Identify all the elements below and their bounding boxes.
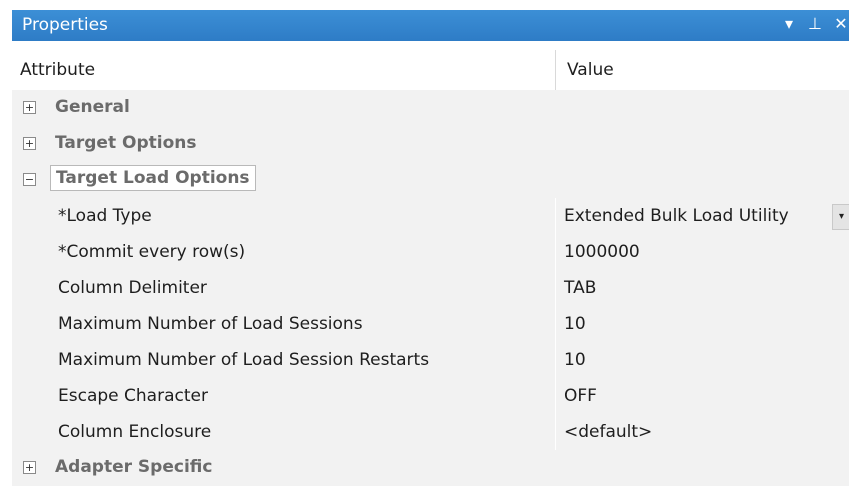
- property-name-cell[interactable]: Escape Character: [48, 378, 555, 414]
- property-value[interactable]: OFF: [564, 386, 597, 406]
- category-label-selected[interactable]: Target Load Options: [50, 165, 256, 191]
- panel-title: Properties: [22, 15, 108, 35]
- property-name: *Commit every row(s): [58, 242, 246, 262]
- chevron-down-icon[interactable]: ▾: [832, 204, 849, 230]
- window-position-dropdown-icon[interactable]: ▾: [781, 14, 797, 33]
- category-target-options[interactable]: + Target Options: [12, 126, 849, 162]
- property-row-column-enclosure[interactable]: Column Enclosure <default>: [12, 414, 849, 450]
- property-value-cell[interactable]: Extended Bulk Load Utility ▾: [556, 198, 849, 234]
- property-row-commit-every-rows[interactable]: *Commit every row(s) 1000000: [12, 234, 849, 270]
- property-row-max-load-session-restarts[interactable]: Maximum Number of Load Session Restarts …: [12, 342, 849, 378]
- pin-icon[interactable]: ⊥: [807, 14, 823, 33]
- expand-icon[interactable]: +: [23, 137, 36, 150]
- property-name-cell[interactable]: Maximum Number of Load Sessions: [48, 306, 555, 342]
- category-label[interactable]: Adapter Specific: [55, 457, 212, 477]
- property-value[interactable]: 10: [564, 314, 586, 334]
- grid-header: Attribute Value: [12, 50, 849, 91]
- property-value-cell[interactable]: 10: [556, 306, 849, 342]
- value-column-header[interactable]: Value: [567, 60, 614, 80]
- left-margin: [0, 0, 12, 498]
- properties-panel: Properties ▾ ⊥ ✕ Attribute Value + Gener…: [12, 0, 849, 498]
- load-type-value[interactable]: Extended Bulk Load Utility: [564, 206, 789, 226]
- property-value[interactable]: <default>: [564, 422, 652, 442]
- column-divider[interactable]: [555, 50, 556, 90]
- property-name-cell[interactable]: Column Delimiter: [48, 270, 555, 306]
- category-label[interactable]: Target Options: [55, 133, 196, 153]
- category-adapter-specific[interactable]: + Adapter Specific: [12, 450, 849, 486]
- property-value-cell[interactable]: TAB: [556, 270, 849, 306]
- property-row-load-type[interactable]: *Load Type Extended Bulk Load Utility ▾: [12, 198, 849, 234]
- close-icon[interactable]: ✕: [833, 14, 849, 33]
- property-value-cell[interactable]: 10: [556, 342, 849, 378]
- property-value-cell[interactable]: OFF: [556, 378, 849, 414]
- property-value[interactable]: TAB: [564, 278, 596, 298]
- property-value[interactable]: 10: [564, 350, 586, 370]
- category-target-load-options[interactable]: − Target Load Options: [12, 162, 849, 198]
- property-name-cell[interactable]: *Load Type: [48, 198, 555, 234]
- property-name: *Load Type: [58, 206, 152, 226]
- property-grid: + General + Target Options − Target Load…: [12, 90, 849, 486]
- property-name: Column Delimiter: [58, 278, 207, 298]
- category-label[interactable]: General: [55, 97, 130, 117]
- property-row-max-load-sessions[interactable]: Maximum Number of Load Sessions 10: [12, 306, 849, 342]
- property-name-cell[interactable]: Column Enclosure: [48, 414, 555, 450]
- property-name-cell[interactable]: *Commit every row(s): [48, 234, 555, 270]
- expand-icon[interactable]: +: [23, 101, 36, 114]
- property-name: Column Enclosure: [58, 422, 212, 442]
- property-value[interactable]: 1000000: [564, 242, 640, 262]
- attribute-column-header[interactable]: Attribute: [20, 60, 95, 80]
- titlebar-buttons: ▾ ⊥ ✕: [781, 14, 849, 33]
- property-value-cell[interactable]: 1000000: [556, 234, 849, 270]
- collapse-icon[interactable]: −: [23, 173, 36, 186]
- property-row-column-delimiter[interactable]: Column Delimiter TAB: [12, 270, 849, 306]
- category-general[interactable]: + General: [12, 90, 849, 126]
- panel-titlebar: Properties ▾ ⊥ ✕: [12, 10, 849, 41]
- property-name: Escape Character: [58, 386, 208, 406]
- property-name: Maximum Number of Load Sessions: [58, 314, 363, 334]
- property-name-cell[interactable]: Maximum Number of Load Session Restarts: [48, 342, 555, 378]
- expand-icon[interactable]: +: [23, 461, 36, 474]
- property-row-escape-character[interactable]: Escape Character OFF: [12, 378, 849, 414]
- property-value-cell[interactable]: <default>: [556, 414, 849, 450]
- property-name: Maximum Number of Load Session Restarts: [58, 350, 430, 370]
